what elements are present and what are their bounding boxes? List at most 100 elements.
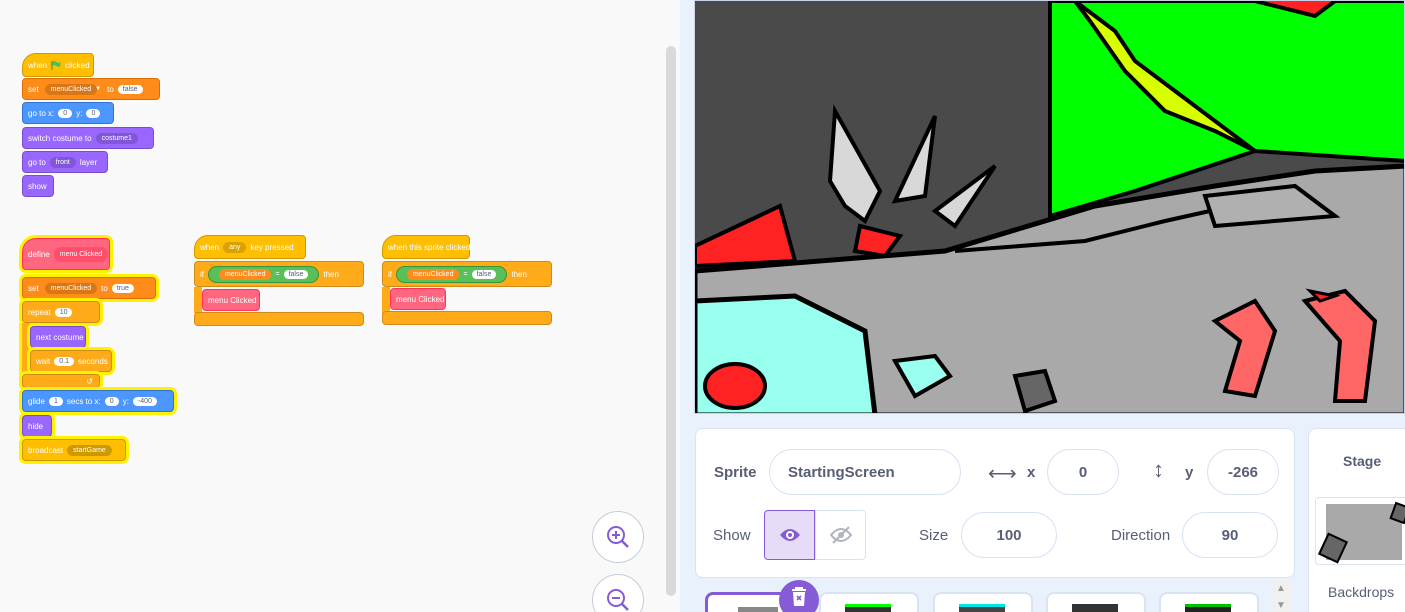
zoom-in-icon <box>607 526 629 548</box>
repeat-label: repeat <box>28 307 51 317</box>
define-label: define <box>28 249 50 259</box>
menu-clicked-call[interactable]: menu Clicked <box>390 288 446 310</box>
goto-x-label: go to x: <box>28 108 55 118</box>
glide-y-input[interactable]: -400 <box>132 396 157 406</box>
when-sprite-clicked-block[interactable]: when this sprite clicked <box>382 235 470 259</box>
equals-operator[interactable]: menuClicked = false <box>396 265 508 283</box>
compare-input[interactable]: false <box>283 269 309 279</box>
x-position-input[interactable]: 0 <box>1047 449 1119 495</box>
message-dropdown[interactable]: startGame <box>67 444 112 456</box>
variable-dropdown[interactable]: menuClicked <box>44 282 98 294</box>
broadcast-block[interactable]: broadcast startGame <box>22 439 126 461</box>
x-input[interactable]: 0 <box>58 108 73 118</box>
layer-label: layer <box>79 157 98 167</box>
stage-selector[interactable]: Stage Backdrops <box>1308 428 1405 612</box>
backdrops-label: Backdrops <box>1328 584 1395 600</box>
glide-label: glide <box>28 396 45 406</box>
define-block[interactable]: define menu Clicked <box>22 238 110 270</box>
sprite-thumbnail-image <box>738 607 778 612</box>
y-label: y: <box>76 108 83 118</box>
eye-icon <box>779 529 800 541</box>
layer-dropdown[interactable]: front <box>49 156 76 168</box>
set-variable-block-true[interactable]: set menuClicked to true <box>22 277 156 299</box>
sprite-name-input[interactable]: StartingScreen <box>769 449 961 495</box>
zoom-in-button[interactable] <box>592 511 644 563</box>
compare-input[interactable]: false <box>471 269 497 279</box>
set-label: set <box>28 283 39 293</box>
stage-title: Stage <box>1343 453 1382 469</box>
glide-x-input[interactable]: 0 <box>104 396 119 406</box>
zoom-out-button[interactable] <box>592 574 644 612</box>
equals-sign: = <box>463 270 468 278</box>
stage-thumbnail[interactable] <box>1315 497 1405 565</box>
set-variable-block[interactable]: set menuClicked ▼ to false <box>22 78 160 100</box>
wait-label: wait <box>36 356 51 366</box>
wait-input[interactable]: 0.1 <box>54 356 74 366</box>
y-position-input[interactable]: -266 <box>1207 449 1279 495</box>
y-arrow-icon: ↕ <box>1153 457 1164 482</box>
y-input[interactable]: 0 <box>86 108 101 118</box>
next-costume-block[interactable]: next costume <box>30 326 86 348</box>
to-label: to <box>101 283 108 293</box>
go-to-layer-block[interactable]: go to front layer <box>22 151 108 173</box>
sprite-thumbnail-image <box>1072 604 1118 612</box>
trash-icon <box>792 587 806 606</box>
repeat-count-input[interactable]: 10 <box>54 307 73 317</box>
key-dropdown[interactable]: any <box>223 241 247 253</box>
costume-dropdown[interactable]: costume1 <box>95 132 138 144</box>
if-label: if <box>200 269 204 279</box>
hat-label: when this sprite clicked <box>388 242 471 252</box>
loop-arrow-icon: ↺ <box>86 376 93 386</box>
wait-block[interactable]: wait 0.1 seconds <box>30 350 112 372</box>
code-scrollbar[interactable] <box>666 46 676 596</box>
variable-reporter[interactable]: menuClicked <box>219 268 272 280</box>
sprite-thumbnail-image <box>959 604 1005 612</box>
when-key-pressed-block[interactable]: when any key pressed <box>194 235 306 259</box>
show-visible-button[interactable] <box>764 510 815 560</box>
if-block[interactable]: if menuClicked = false then <box>382 261 552 287</box>
hide-block[interactable]: hide <box>22 415 52 437</box>
when-flag-clicked-block[interactable]: when clicked <box>22 53 94 77</box>
glide-secs-input[interactable]: 1 <box>48 396 63 406</box>
variable-reporter[interactable]: menuClicked <box>407 268 460 280</box>
menu-clicked-call[interactable]: menu Clicked <box>202 289 260 311</box>
equals-operator[interactable]: menuClicked = false <box>208 265 320 283</box>
proc-prototype: menu Clicked <box>53 246 109 262</box>
go-to-xy-block[interactable]: go to x: 0 y: 0 <box>22 102 114 124</box>
sprite-thumbnail-image <box>845 604 891 612</box>
when-label: when <box>200 242 220 252</box>
variable-dropdown[interactable]: menuClicked <box>44 83 98 95</box>
sprite-thumbnail[interactable] <box>819 592 919 612</box>
sprite-thumbnail-image <box>1185 604 1231 612</box>
y-label: y <box>1185 464 1194 481</box>
set-value-input[interactable]: true <box>111 283 134 293</box>
show-hidden-button[interactable] <box>815 510 866 560</box>
repeat-block[interactable]: repeat 10 <box>22 301 100 323</box>
sprite-thumbnail[interactable] <box>1159 592 1259 612</box>
code-area[interactable]: when clicked set menuClicked ▼ to false … <box>0 0 680 612</box>
when-label: when <box>28 60 48 70</box>
show-block[interactable]: show <box>22 175 54 197</box>
switch-costume-block[interactable]: switch costume to costume1 <box>22 127 154 149</box>
if-arm <box>194 287 202 313</box>
if-label: if <box>388 269 392 279</box>
delete-sprite-button[interactable] <box>779 580 819 612</box>
sprite-thumbnail[interactable] <box>1046 592 1146 612</box>
if-footer <box>382 311 552 325</box>
sprite-thumbnail[interactable] <box>933 592 1033 612</box>
if-arm <box>382 287 390 313</box>
glide-block[interactable]: glide 1 secs to x: 0 y: -400 <box>22 390 174 412</box>
to-label: to <box>107 84 114 94</box>
secs-to-x-label: secs to x: <box>66 396 101 406</box>
stage-canvas[interactable] <box>694 0 1405 414</box>
set-value-input[interactable]: false <box>117 84 143 94</box>
key-pressed-label: key pressed <box>250 242 294 252</box>
stage-artwork <box>695 1 1404 413</box>
direction-input[interactable]: 90 <box>1182 512 1278 558</box>
sprite-list-scrollbar[interactable]: ▲ ▼ <box>1271 580 1291 612</box>
if-block[interactable]: if menuClicked = false then <box>194 261 364 287</box>
zoom-out-icon <box>607 589 629 611</box>
chevron-down-icon: ▼ <box>95 86 102 92</box>
green-flag-icon <box>51 60 61 70</box>
size-input[interactable]: 100 <box>961 512 1057 558</box>
